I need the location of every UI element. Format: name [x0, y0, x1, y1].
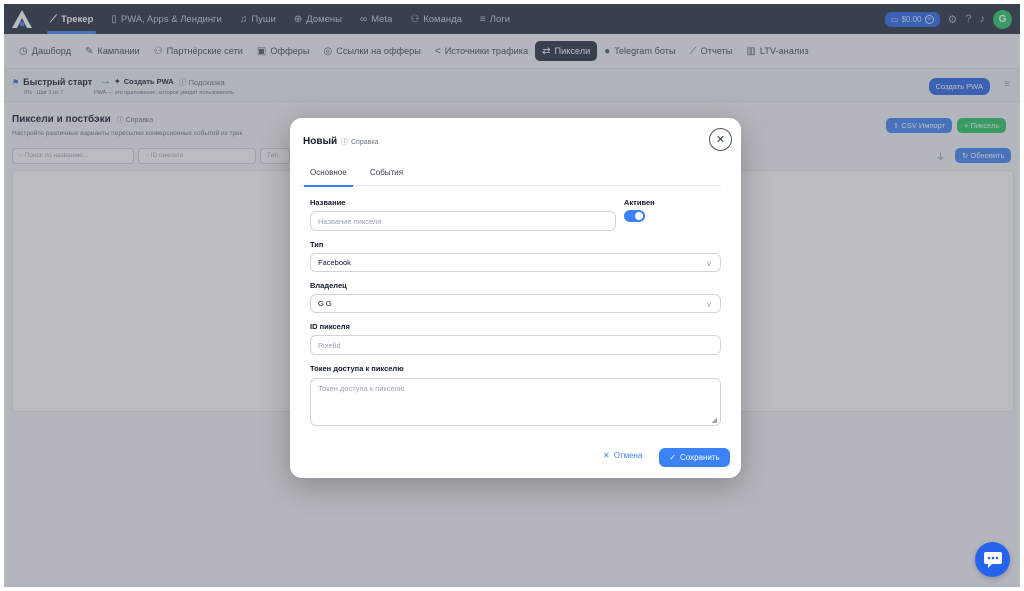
modal-title: Новый: [303, 136, 338, 147]
chevron-down-icon: ∨: [706, 300, 712, 309]
type-select[interactable]: Facebook ∨: [310, 253, 721, 272]
token-label: Токен доступа к пикселю: [310, 364, 404, 373]
app-window: ⟋ Трекер ▯ PWA, Apps & Лендинги ♫ Пуши ⊕…: [4, 4, 1020, 587]
cancel-button[interactable]: ✕ Отмена: [603, 451, 642, 460]
close-icon: ✕: [603, 451, 610, 460]
new-pixel-modal: Новый ⓘ Справка ✕ Основное События Назва…: [290, 118, 741, 478]
help-circle-icon: ⓘ: [341, 139, 348, 146]
tab-events[interactable]: События: [370, 168, 403, 177]
modal-help-link[interactable]: ⓘ Справка: [341, 137, 378, 147]
modal-help-label: Справка: [351, 138, 379, 146]
tab-main[interactable]: Основное: [304, 168, 353, 187]
owner-select-value: G G: [318, 299, 332, 308]
token-textarea[interactable]: Токен доступа к пикселю ◢: [310, 378, 721, 426]
pixel-name-input[interactable]: Название пикселя: [310, 211, 616, 231]
chat-support-button[interactable]: [975, 542, 1010, 577]
owner-label: Владелец: [310, 281, 347, 290]
save-label: Сохранить: [679, 453, 720, 462]
resize-grip-icon[interactable]: ◢: [712, 416, 717, 424]
pixel-id-input[interactable]: PixelId: [310, 335, 721, 355]
check-icon: ✓: [669, 453, 676, 462]
name-label: Название: [310, 198, 346, 207]
chevron-down-icon: ∨: [706, 259, 712, 268]
cancel-label: Отмена: [613, 451, 643, 460]
active-label: Активен: [624, 198, 655, 207]
close-icon[interactable]: ✕: [709, 128, 732, 151]
type-select-value: Facebook: [318, 258, 351, 267]
pixel-id-label: ID пикселя: [310, 322, 350, 331]
type-label: Тип: [310, 240, 324, 249]
owner-select[interactable]: G G ∨: [310, 294, 721, 313]
active-toggle[interactable]: [624, 210, 645, 222]
save-button[interactable]: ✓ Сохранить: [659, 448, 730, 467]
token-placeholder: Токен доступа к пикселю: [318, 384, 405, 393]
modal-tabs: Основное События: [300, 164, 721, 187]
chat-icon: [983, 551, 1002, 568]
